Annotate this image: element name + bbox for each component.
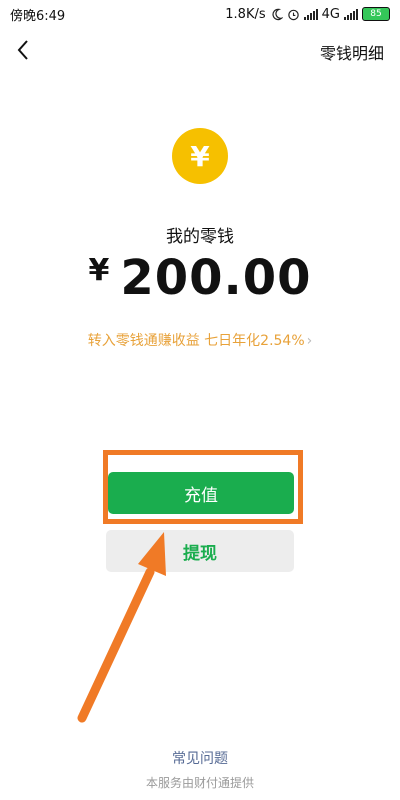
provider-notice: 本服务由财付通提供 bbox=[145, 776, 254, 790]
status-bar: 傍晚6:49 1.8K/s 4G 85 bbox=[0, 0, 400, 28]
alarm-icon bbox=[287, 9, 299, 20]
nav-bar: 零钱明细 bbox=[0, 32, 400, 68]
promo-text: 转入零钱通赚收益 七日年化2.54% bbox=[87, 333, 305, 349]
signal-icon bbox=[303, 8, 318, 20]
change-details-link[interactable]: 零钱明细 bbox=[320, 40, 384, 64]
signal-icon-2 bbox=[344, 8, 358, 20]
status-time: 傍晚6:49 bbox=[10, 8, 66, 24]
moon-icon bbox=[272, 8, 283, 20]
currency-symbol: ¥ bbox=[88, 253, 111, 288]
back-arrow-icon[interactable] bbox=[10, 36, 38, 64]
status-indicators: 1.8K/s 4G 85 bbox=[225, 7, 400, 22]
balance-value: 200.00 bbox=[120, 250, 312, 306]
withdraw-button[interactable]: 提现 bbox=[106, 530, 294, 572]
recharge-label: 充值 bbox=[184, 485, 218, 506]
yen-glyph: ¥ bbox=[190, 139, 210, 173]
withdraw-label: 提现 bbox=[183, 543, 217, 564]
yen-icon: ¥ bbox=[172, 128, 228, 184]
battery-indicator: 85 bbox=[362, 7, 390, 21]
recharge-button[interactable]: 充值 bbox=[108, 472, 294, 514]
balance-amount: ¥200.00 bbox=[0, 250, 400, 306]
faq-link[interactable]: 常见问题 bbox=[0, 748, 400, 768]
network-type: 4G bbox=[321, 6, 340, 22]
annotation-arrow-icon bbox=[77, 532, 166, 723]
chevron-right-icon: › bbox=[306, 333, 313, 349]
licaitong-promo-link[interactable]: 转入零钱通赚收益 七日年化2.54% › bbox=[0, 330, 400, 350]
wallet-title: 我的零钱 bbox=[166, 227, 234, 247]
network-speed: 1.8K/s bbox=[225, 6, 266, 22]
